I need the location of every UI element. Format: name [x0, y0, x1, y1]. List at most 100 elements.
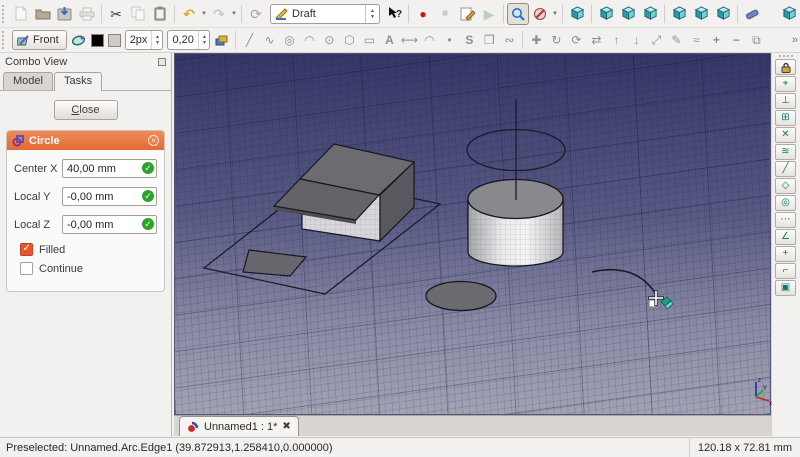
dock-float-icon[interactable]: [158, 57, 166, 66]
draft-ellipse-icon[interactable]: ⊙: [319, 30, 339, 50]
svg-text:x: x: [769, 401, 772, 407]
draft-move-icon[interactable]: ✚: [526, 30, 546, 50]
macro-stop-icon[interactable]: ■: [434, 3, 456, 25]
copy-icon[interactable]: [127, 3, 149, 25]
draft-line-icon[interactable]: ╱: [239, 30, 259, 50]
snap-intersection-icon[interactable]: ✕: [775, 127, 796, 143]
toolbar-drag-handle[interactable]: [2, 4, 8, 23]
scale-spinbox[interactable]: 0,20 ▲ ▼: [167, 30, 211, 50]
view-top-icon[interactable]: [617, 3, 639, 25]
close-button[interactable]: Close: [53, 100, 118, 120]
view-isometric-extra-icon[interactable]: [778, 3, 800, 25]
view-right-icon[interactable]: [639, 3, 661, 25]
tab-tasks[interactable]: Tasks: [53, 72, 103, 91]
print-icon[interactable]: [76, 3, 98, 25]
new-document-icon[interactable]: [10, 3, 32, 25]
undo-dropdown-icon[interactable]: ▼: [200, 4, 208, 24]
draft-rectangle-icon[interactable]: ▭: [359, 30, 379, 50]
snap-center-icon[interactable]: ◎: [775, 195, 796, 211]
view-left-icon[interactable]: [712, 3, 734, 25]
draft-bezcurve-icon[interactable]: ∾: [499, 30, 519, 50]
save-icon[interactable]: [54, 3, 76, 25]
draft-upgrade-icon[interactable]: ↑: [606, 30, 626, 50]
whats-this-icon[interactable]: ?: [383, 3, 405, 25]
draft-trimex-icon[interactable]: ⇄: [586, 30, 606, 50]
snap-dimensions-icon[interactable]: ⋯: [775, 212, 796, 228]
face-color-swatch[interactable]: [107, 33, 121, 47]
draft-polygon-icon[interactable]: ⬡: [339, 30, 359, 50]
status-bar: Preselected: Unnamed.Arc.Edge1 (39.87291…: [0, 437, 800, 457]
refresh-icon[interactable]: ⟳: [245, 3, 267, 25]
filled-checkbox-label: Filled: [39, 243, 66, 256]
snap-near-icon[interactable]: ╱: [775, 161, 796, 177]
autogroup-icon[interactable]: [212, 30, 232, 50]
undo-icon[interactable]: ↶: [178, 3, 200, 25]
continue-checkbox[interactable]: [20, 262, 33, 275]
draft-wire-to-bspline-icon[interactable]: ≈: [686, 30, 706, 50]
draft-wire-icon[interactable]: ∿: [259, 30, 279, 50]
document-tab-close-icon[interactable]: ✖: [282, 421, 290, 432]
task-close-icon[interactable]: ✕: [148, 135, 159, 146]
draft-scale-icon[interactable]: ⤢: [646, 30, 666, 50]
line-width-spinbox[interactable]: 2px ▲ ▼: [124, 30, 164, 50]
fit-all-icon[interactable]: [507, 2, 529, 25]
redo-dropdown-icon[interactable]: ▼: [230, 4, 238, 24]
draft-downgrade-icon[interactable]: ↓: [626, 30, 646, 50]
snap-parallel-icon[interactable]: ≋: [775, 144, 796, 160]
draw-style-icon[interactable]: [529, 3, 551, 25]
draft-shapestring-icon[interactable]: •: [439, 30, 459, 50]
open-document-icon[interactable]: [32, 3, 54, 25]
macro-edit-icon[interactable]: [456, 3, 478, 25]
scale-arrows[interactable]: ▲ ▼: [198, 31, 209, 49]
draw-style-dropdown-icon[interactable]: ▼: [551, 4, 559, 24]
draft-bspline-icon[interactable]: S: [459, 30, 479, 50]
workbench-selector[interactable]: Draft ▲ ▼: [270, 3, 380, 24]
draft-to-sketch-icon[interactable]: ⧉: [746, 30, 766, 50]
snap-lock-icon[interactable]: [775, 59, 796, 75]
draft-circle-icon[interactable]: ◎: [279, 30, 299, 50]
draft-edit-icon[interactable]: ✎: [666, 30, 686, 50]
filled-checkbox[interactable]: [20, 243, 33, 256]
macro-record-icon[interactable]: ●: [412, 3, 434, 25]
field-label-local-y: Local Y: [14, 190, 51, 203]
3d-viewport[interactable]: z x Y: [174, 53, 772, 415]
snap-toolbar-drag-handle[interactable]: [778, 55, 793, 57]
draft-dimension-icon[interactable]: ⟷: [399, 30, 419, 50]
macro-play-icon[interactable]: ▶: [478, 3, 500, 25]
view-bottom-icon[interactable]: [690, 3, 712, 25]
construction-mode-icon[interactable]: [69, 30, 89, 50]
draft-toolbar-drag-handle[interactable]: [2, 31, 8, 49]
draft-delete-point-icon[interactable]: −: [726, 30, 746, 50]
snap-midpoint-icon[interactable]: +: [775, 246, 796, 262]
measure-icon[interactable]: [741, 3, 763, 25]
draft-facebinder-icon[interactable]: ❒: [479, 30, 499, 50]
view-front-icon[interactable]: [595, 3, 617, 25]
snap-grid-icon[interactable]: ⊞: [775, 110, 796, 126]
snap-perpendicular-icon[interactable]: ⊥: [775, 93, 796, 109]
draft-arc-icon[interactable]: ◠: [299, 30, 319, 50]
view-axonometric-icon[interactable]: [566, 3, 588, 25]
cut-icon[interactable]: ✂: [105, 3, 127, 25]
draft-rotate-icon[interactable]: ↻: [546, 30, 566, 50]
line-width-arrows[interactable]: ▲ ▼: [151, 31, 162, 49]
workbench-selector-arrows: ▲ ▼: [365, 4, 379, 23]
snap-ortho-icon[interactable]: ⌐: [775, 263, 796, 279]
snap-endpoint-icon[interactable]: ⌖: [775, 76, 796, 92]
line-color-swatch[interactable]: [90, 33, 104, 47]
view-rear-icon[interactable]: [668, 3, 690, 25]
draft-add-point-icon[interactable]: +: [706, 30, 726, 50]
draft-offset-icon[interactable]: ⟳: [566, 30, 586, 50]
toolbar-overflow-icon[interactable]: »: [792, 34, 798, 46]
working-plane-icon: [17, 34, 29, 45]
snap-angle-icon[interactable]: ∠: [775, 229, 796, 245]
draft-toolbar: Front 2px ▲ ▼ 0,20 ▲ ▼ ╱ ∿ ◎ ◠ ⊙ ⬡ ▭ A ⟷ ◠…: [0, 28, 800, 53]
redo-icon[interactable]: ↷: [208, 3, 230, 25]
paste-icon[interactable]: [149, 3, 171, 25]
document-tab[interactable]: Unnamed1 : 1* ✖: [179, 416, 299, 436]
draft-text-icon[interactable]: A: [379, 30, 399, 50]
draft-point-icon[interactable]: ◠: [419, 30, 439, 50]
snap-special-icon[interactable]: ◇: [775, 178, 796, 194]
snap-working-plane-icon[interactable]: ▣: [775, 280, 796, 296]
tab-model[interactable]: Model: [3, 72, 53, 90]
working-plane-button[interactable]: Front: [12, 30, 67, 50]
